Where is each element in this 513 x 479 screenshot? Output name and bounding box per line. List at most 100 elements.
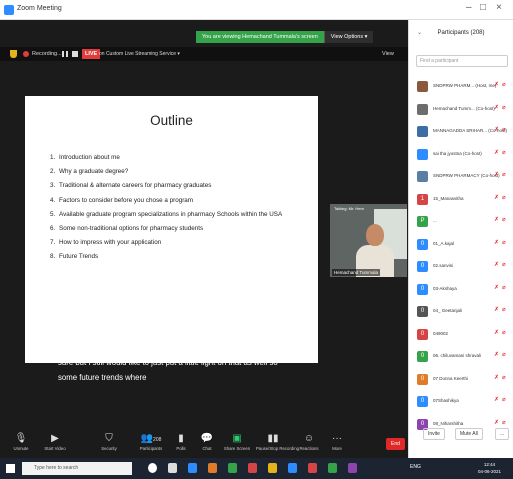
outline-item: 7. How to impress with your application <box>50 239 162 247</box>
unmute-button[interactable]: 🎙 Unmute <box>4 432 38 451</box>
share-screen-button[interactable]: ▣ Share Screen <box>220 432 254 451</box>
participant-row[interactable]: SNDPRW PHARM... (Host, me) ✗ ⌀ <box>409 77 513 100</box>
participant-name: 04_ Geetanjali <box>433 308 463 313</box>
pause-recording-icon[interactable] <box>62 51 68 57</box>
zoom-taskbar-icon[interactable] <box>188 463 197 473</box>
stop-recording-icon[interactable] <box>72 51 78 57</box>
chrome-icon[interactable] <box>308 463 317 473</box>
closed-captions: sure but I still would like to just put … <box>0 355 408 385</box>
participants-button[interactable]: 👥208 Participants <box>134 432 168 451</box>
shield-icon: ⛉ <box>105 433 113 444</box>
recording-label: Recording... <box>32 51 62 57</box>
participant-name: 03-Akshaya <box>433 285 457 291</box>
video-off-icon: ⌀ <box>502 172 506 178</box>
participant-row[interactable]: SNDPRW PHARMACY (Co-host) ✗ ⌀ <box>409 167 513 190</box>
avatar: 0 <box>417 261 428 272</box>
microphone-muted-icon: ✗ <box>494 374 500 381</box>
app-icon[interactable] <box>348 463 357 473</box>
app-icon[interactable] <box>268 463 277 473</box>
live-stream-service-dropdown[interactable]: on Custom Live Streaming Service ▾ <box>99 51 180 57</box>
microphone-muted-icon: ✗ <box>494 104 500 111</box>
participant-row[interactable]: 0 01_A.kajal ✗ ⌀ <box>409 235 513 258</box>
participant-row[interactable]: 0 04_ Geetanjali ✗ ⌀ <box>409 302 513 325</box>
outline-item: 8. Future Trends <box>50 253 99 261</box>
maximize-button[interactable]: □ <box>480 2 486 13</box>
participant-name: sai tha jyostna (Co-host) <box>433 150 482 156</box>
participant-row[interactable]: P... ✗ ⌀ <box>409 212 513 235</box>
app-icon[interactable] <box>248 463 257 473</box>
file-explorer-icon[interactable] <box>208 463 217 473</box>
chat-button[interactable]: 💬 Chat <box>190 432 224 451</box>
video-off-icon: ⌀ <box>502 419 506 426</box>
system-tray-language[interactable]: ENG <box>410 464 421 470</box>
mute-all-button[interactable]: Mute All <box>455 428 483 440</box>
video-off-icon: ⌀ <box>502 239 506 246</box>
more-options-button[interactable]: ... <box>495 428 510 440</box>
talking-label: Talking: Mr. Hem <box>334 206 364 211</box>
windows-taskbar: Type here to search ENG 12:44 04-06-2021 <box>0 458 513 479</box>
app-icon[interactable] <box>328 463 337 473</box>
avatar <box>417 81 428 92</box>
security-button[interactable]: ⛉ Security <box>92 432 126 451</box>
pause-stop-recording-button[interactable]: ▮▮ Pause/Stop Recording <box>256 432 299 451</box>
video-off-icon: ⌀ <box>502 284 506 291</box>
view-button[interactable]: View <box>382 51 394 57</box>
video-off-icon: ⌀ <box>502 397 506 403</box>
microphone-muted-icon: ✗ <box>494 82 500 88</box>
presenter-video[interactable]: Talking: Mr. Hem Hemachand Tummala <box>330 204 407 277</box>
security-shield-icon[interactable] <box>10 50 17 58</box>
video-off-icon: ⌀ <box>502 217 506 223</box>
microphone-muted-icon: ✗ <box>494 397 500 403</box>
window-title: Zoom Meeting <box>17 5 62 12</box>
start-video-button[interactable]: ▶ Start Video <box>38 432 72 451</box>
outline-item: 2. Why a graduate degree? <box>50 168 129 176</box>
microphone-muted-icon: ✗ <box>494 239 500 246</box>
video-off-icon: ⌀ <box>502 104 506 111</box>
view-options-button[interactable]: View Options ▾ <box>323 31 374 43</box>
avatar: 1 <box>417 193 428 205</box>
video-off-icon: ▶ <box>51 433 59 444</box>
avatar: 0 <box>417 283 428 295</box>
participant-row[interactable]: MANNAGADDA SRIHAR... (Co-host) ✗ ⌀ <box>409 122 513 145</box>
participant-name: ... <box>433 218 437 223</box>
participant-name: 15_Manasvitha <box>433 195 464 201</box>
participant-row[interactable]: 0 06. chiluvamani shravali ✗ ⌀ <box>409 347 513 370</box>
participant-row[interactable]: 0 049002 ✗ ⌀ <box>409 325 513 348</box>
participant-row[interactable]: 0 07 Donna Keerthi ✗ ⌀ <box>409 370 513 393</box>
participant-row[interactable]: 0 02.sanvini ✗ ⌀ <box>409 257 513 280</box>
minimize-button[interactable]: – <box>466 2 472 13</box>
end-meeting-button[interactable]: End <box>386 438 405 450</box>
participant-row[interactable]: 0 03-Akshaya ✗ ⌀ <box>409 280 513 303</box>
participant-row[interactable]: 1 15_Manasvitha ✗ ⌀ <box>409 190 513 213</box>
participant-search-input[interactable]: Find a participant <box>416 55 508 67</box>
participant-row[interactable]: 0 07Shashikya ✗ ⌀ <box>409 392 513 415</box>
video-off-icon: ⌀ <box>502 329 506 336</box>
outline-item: 3. Traditional & alternate careers for ph… <box>50 182 212 190</box>
invite-button[interactable]: Invite <box>423 428 445 440</box>
shared-slide: Outline 1. Introduction about me 2. Why a … <box>25 96 318 363</box>
live-badge: LIVE <box>82 49 101 59</box>
video-off-icon: ⌀ <box>502 307 506 313</box>
video-off-icon: ⌀ <box>502 352 506 358</box>
participant-list: SNDPRW PHARM... (Host, me) ✗ ⌀ Hemachand Tu… <box>409 77 513 437</box>
microphone-muted-icon: ✗ <box>494 149 500 156</box>
participant-row[interactable]: sai tha jyostna (Co-host) ✗ ⌀ <box>409 145 513 168</box>
avatar: 0 <box>417 396 428 407</box>
app-icon[interactable] <box>288 463 297 473</box>
app-icon[interactable] <box>228 463 237 473</box>
avatar <box>417 103 428 115</box>
video-off-icon: ⌀ <box>502 127 506 133</box>
windows-start-icon[interactable] <box>6 464 15 473</box>
more-dots-icon: ··· <box>332 433 342 444</box>
caption-line: some future trends where <box>58 373 147 382</box>
task-view-icon[interactable] <box>168 463 177 473</box>
more-button[interactable]: ··· More <box>320 432 354 451</box>
screen-share-notice: You are viewing Hemachand Tummala's scre… <box>196 31 324 43</box>
cortana-icon[interactable] <box>148 463 157 473</box>
close-button[interactable]: × <box>496 2 502 13</box>
avatar: 0 <box>417 351 428 362</box>
taskbar-clock[interactable]: 12:44 04-06-2021 <box>478 461 501 475</box>
taskbar-search-input[interactable]: Type here to search <box>22 462 132 475</box>
participant-row[interactable]: Hemachand Tumm... (Co-host) ✗ ⌀ <box>409 100 513 123</box>
microphone-muted-icon: ✗ <box>494 172 500 178</box>
